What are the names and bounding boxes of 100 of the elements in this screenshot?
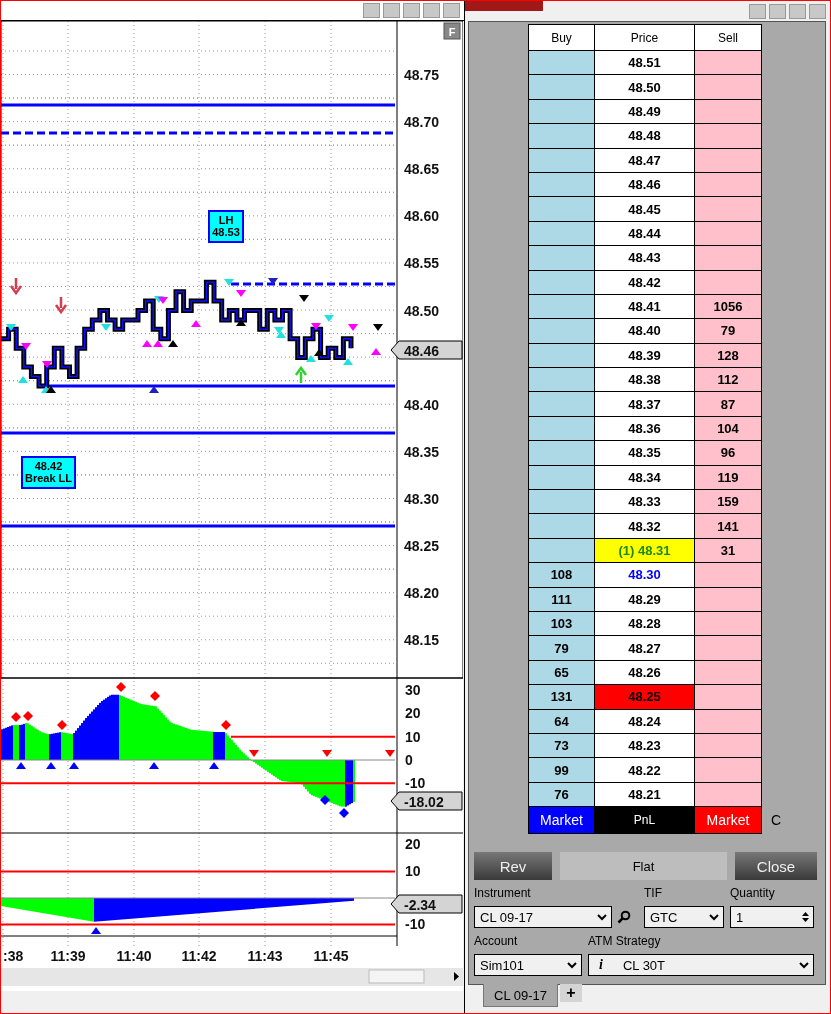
buy-cell[interactable] — [529, 538, 594, 563]
sell-cell[interactable]: 31 — [695, 538, 761, 563]
price-cell: 48.50 — [595, 75, 694, 99]
sell-cell[interactable] — [695, 782, 761, 807]
oscillator-reading-marker: -2.34 — [390, 894, 463, 914]
sell-cell[interactable] — [695, 685, 761, 709]
sell-cell[interactable] — [695, 660, 761, 685]
instrument-tab[interactable]: CL 09-17 — [483, 984, 558, 1007]
buy-cell[interactable]: 73 — [529, 733, 594, 758]
tif-dropdown[interactable]: GTC — [644, 906, 724, 929]
buy-cell[interactable]: 76 — [529, 782, 594, 807]
buy-cell[interactable] — [529, 51, 594, 75]
price-axis-label: 48.70 — [404, 114, 440, 131]
buy-cell[interactable]: 108 — [529, 563, 594, 587]
sell-cell[interactable] — [695, 270, 761, 294]
buy-cell[interactable]: 111 — [529, 587, 594, 611]
column-header: Buy — [529, 25, 594, 50]
close-button[interactable]: Close — [735, 852, 817, 881]
buy-cell[interactable] — [529, 368, 594, 392]
horizontal-scrollbar[interactable] — [1, 968, 463, 986]
sell-cell[interactable] — [695, 709, 761, 733]
sell-cell[interactable]: 79 — [695, 319, 761, 343]
buy-cell[interactable]: 131 — [529, 685, 594, 709]
sell-cell[interactable] — [695, 221, 761, 246]
price-cell: 48.51 — [595, 51, 694, 75]
buy-cell[interactable] — [529, 197, 594, 221]
buy-cell[interactable] — [529, 124, 594, 148]
f-button[interactable]: F — [443, 22, 461, 40]
buy-cell[interactable] — [529, 465, 594, 490]
sell-cell[interactable] — [695, 148, 761, 172]
sell-cell[interactable]: 112 — [695, 368, 761, 392]
sell-cell[interactable]: 119 — [695, 465, 761, 490]
time-axis-label: :38 — [3, 948, 24, 964]
price-axis-label: 48.60 — [404, 208, 440, 225]
buy-cell[interactable] — [529, 172, 594, 197]
search-icon[interactable] — [617, 910, 631, 925]
sell-cell[interactable] — [695, 75, 761, 99]
sell-cell[interactable] — [695, 733, 761, 758]
scrollbar-thumb[interactable] — [368, 969, 425, 984]
time-axis-label: 11:39 — [50, 948, 86, 964]
buy-cell[interactable] — [529, 148, 594, 172]
price-cell: 48.48 — [595, 124, 694, 148]
sell-cell[interactable] — [695, 612, 761, 636]
buy-cell[interactable] — [529, 75, 594, 99]
price-axis-label: 48.55 — [404, 255, 440, 272]
time-axis-label: 11:43 — [247, 948, 283, 964]
buy-cell[interactable]: 103 — [529, 612, 594, 636]
quantity-spinner[interactable]: 1 — [730, 906, 814, 929]
caret-icon — [799, 961, 809, 969]
price-axis-label: 48.50 — [404, 302, 440, 319]
buy-cell[interactable] — [529, 392, 594, 416]
buy-cell[interactable] — [529, 416, 594, 441]
sell-cell[interactable] — [695, 563, 761, 587]
buy-cell[interactable] — [529, 490, 594, 514]
buy-cell[interactable] — [529, 246, 594, 270]
sell-cell[interactable]: 141 — [695, 514, 761, 538]
caret-icon — [709, 913, 719, 921]
sell-cell[interactable]: 87 — [695, 392, 761, 416]
buy-cell[interactable] — [529, 514, 594, 538]
sell-cell[interactable]: 104 — [695, 416, 761, 441]
buy-cell[interactable] — [529, 294, 594, 319]
buy-cell[interactable]: 64 — [529, 709, 594, 733]
sell-cell[interactable] — [695, 758, 761, 782]
instrument-dropdown[interactable]: CL 09-17 — [474, 906, 612, 929]
buy-cell[interactable] — [529, 99, 594, 124]
buy-cell[interactable] — [529, 270, 594, 294]
price-cell: 48.28 — [595, 612, 694, 636]
buy-market-button[interactable]: Market — [529, 807, 594, 834]
buy-cell[interactable] — [529, 441, 594, 465]
price-cell: 48.35 — [595, 441, 694, 465]
sell-cell[interactable] — [695, 587, 761, 611]
buy-cell[interactable] — [529, 319, 594, 343]
sell-cell[interactable]: 96 — [695, 441, 761, 465]
price-cell: 48.22 — [595, 758, 694, 782]
field-label: Quantity — [730, 886, 776, 901]
sell-cell[interactable]: 159 — [695, 490, 761, 514]
price-axis-label: 48.15 — [404, 632, 440, 649]
sell-cell[interactable] — [695, 172, 761, 197]
sell-cell[interactable] — [695, 51, 761, 75]
account-dropdown[interactable]: Sim101 — [474, 954, 582, 977]
buy-cell[interactable]: 65 — [529, 660, 594, 685]
buy-cell[interactable] — [529, 343, 594, 368]
price-cell: 48.23 — [595, 733, 694, 758]
buy-cell[interactable]: 79 — [529, 636, 594, 660]
buy-cell[interactable] — [529, 221, 594, 246]
sell-cell[interactable] — [695, 246, 761, 270]
add-tab-button[interactable]: + — [560, 984, 582, 1002]
rev-button[interactable]: Rev — [474, 852, 552, 881]
sell-cell[interactable] — [695, 124, 761, 148]
buy-cell[interactable]: 99 — [529, 758, 594, 782]
sell-cell[interactable]: 1056 — [695, 294, 761, 319]
sell-cell[interactable] — [695, 197, 761, 221]
sell-market-button[interactable]: Market — [695, 807, 761, 834]
atm-strategy-dropdown[interactable]: i CL 30T — [588, 954, 814, 977]
oscillator-axis-label: 30 — [405, 682, 421, 698]
sell-cell[interactable]: 128 — [695, 343, 761, 368]
sell-cell[interactable] — [695, 636, 761, 660]
sell-cell[interactable] — [695, 99, 761, 124]
price-cell: 48.21 — [595, 782, 694, 807]
scroll-right-icon[interactable] — [454, 972, 459, 981]
